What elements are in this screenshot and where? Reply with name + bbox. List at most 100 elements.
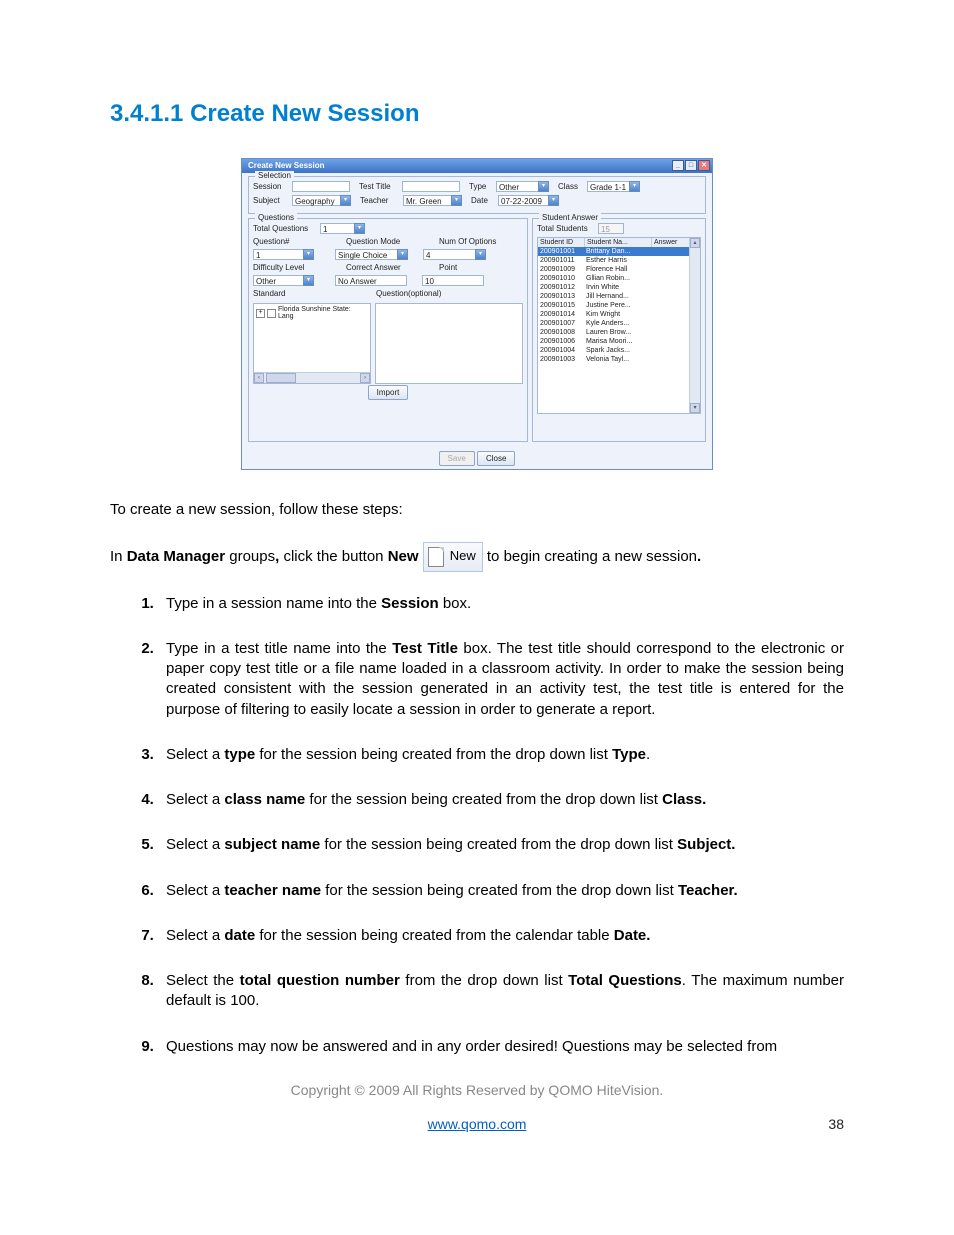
type-select[interactable]: Other	[496, 181, 538, 192]
qnum-label: Question#	[253, 237, 343, 246]
chevron-down-icon[interactable]: ▾	[629, 181, 640, 192]
testtitle-label: Test Title	[359, 182, 399, 191]
list-item: Select a type for the session being crea…	[158, 745, 844, 765]
import-button[interactable]: Import	[368, 385, 409, 400]
table-row[interactable]: 200901014Kim Wright	[538, 310, 700, 319]
new-button-image: New	[423, 542, 483, 572]
chevron-down-icon[interactable]: ▾	[303, 275, 314, 286]
selection-legend: Selection	[255, 171, 294, 180]
table-row[interactable]: 200901015Justine Pere...	[538, 301, 700, 310]
diff-label: Difficulty Level	[253, 263, 343, 272]
teacher-select[interactable]: Mr. Green	[403, 195, 451, 206]
chevron-down-icon[interactable]: ▾	[538, 181, 549, 192]
question-optional-input[interactable]	[375, 303, 523, 384]
diff-select[interactable]: Other	[253, 275, 303, 286]
table-row[interactable]: 200901003Velonia Tayl...	[538, 355, 700, 364]
tree-item-label: Florida Sunshine State: Lang	[278, 306, 368, 320]
questions-group: Questions Total Questions 1▾ Question# Q…	[248, 218, 528, 442]
totals-value: 15	[598, 223, 624, 234]
class-select[interactable]: Grade 1-1	[587, 181, 629, 192]
date-select[interactable]: 07-22-2009	[498, 195, 548, 206]
list-item: Select a subject name for the session be…	[158, 835, 844, 855]
list-item: Select a teacher name for the session be…	[158, 881, 844, 901]
close-button[interactable]: Close	[477, 451, 515, 466]
minimize-button[interactable]: _	[672, 160, 684, 171]
point-input[interactable]: 10	[422, 275, 484, 286]
list-item: Select a class name for the session bein…	[158, 790, 844, 810]
chevron-down-icon[interactable]: ▾	[303, 249, 314, 260]
table-row[interactable]: 200901011Esther Harris	[538, 256, 700, 265]
expand-icon[interactable]: +	[256, 309, 265, 318]
student-table[interactable]: Student ID Student Na... Answer 20090100…	[537, 237, 701, 414]
correct-input[interactable]: No Answer	[335, 275, 407, 286]
chevron-down-icon[interactable]: ▾	[354, 223, 365, 234]
table-row[interactable]: 200901006Marisa Moori...	[538, 337, 700, 346]
qmode-label: Question Mode	[346, 237, 436, 246]
section-heading: 3.4.1.1 Create New Session	[110, 100, 844, 128]
scroll-up-icon[interactable]: ▴	[690, 238, 700, 248]
chevron-down-icon[interactable]: ▾	[451, 195, 462, 206]
student-answer-group: Student Answer Total Students 15 Student…	[532, 218, 706, 442]
type-label: Type	[469, 182, 493, 191]
calendar-icon[interactable]: ▾	[548, 195, 559, 206]
qopt-label: Question(optional)	[376, 289, 441, 298]
table-row[interactable]: 200901008Lauren Brow...	[538, 328, 700, 337]
scrollbar-horizontal[interactable]: ‹ ›	[254, 372, 370, 383]
standard-label: Standard	[253, 289, 373, 298]
student-answer-legend: Student Answer	[539, 213, 601, 222]
col-student-name[interactable]: Student Na...	[585, 238, 652, 247]
teacher-label: Teacher	[360, 196, 400, 205]
qnum-select[interactable]: 1	[253, 249, 303, 260]
checkbox-icon[interactable]	[267, 309, 276, 318]
table-row[interactable]: 200901001Brittany Dan...	[538, 247, 700, 256]
close-window-button[interactable]: ✕	[698, 160, 710, 171]
session-input[interactable]	[292, 181, 350, 192]
intro-text: To create a new session, follow these st…	[110, 500, 844, 520]
totals-label: Total Students	[537, 224, 595, 233]
table-row[interactable]: 200901010Gllian Robin...	[538, 274, 700, 283]
numopt-select[interactable]: 4	[423, 249, 475, 260]
copyright-text: Copyright © 2009 All Rights Reserved by …	[110, 1082, 844, 1098]
chevron-down-icon[interactable]: ▾	[340, 195, 351, 206]
selection-group: Selection Session Test Title Type Other▾…	[248, 176, 706, 214]
scroll-thumb[interactable]	[266, 373, 296, 383]
totalq-select[interactable]: 1	[320, 223, 354, 234]
standard-tree[interactable]: + Florida Sunshine State: Lang ‹ ›	[253, 303, 371, 384]
page-number: 38	[828, 1116, 844, 1132]
dialog-title: Create New Session _ □ ✕	[242, 159, 712, 173]
create-session-dialog: Create New Session _ □ ✕ Selection Sessi…	[241, 158, 713, 470]
steps-list: Type in a session name into the Session …	[110, 594, 844, 1057]
table-row[interactable]: 200901004Spark Jacks...	[538, 346, 700, 355]
session-label: Session	[253, 182, 289, 191]
subject-label: Subject	[253, 196, 289, 205]
scroll-right-icon[interactable]: ›	[360, 373, 370, 383]
maximize-button[interactable]: □	[685, 160, 697, 171]
class-label: Class	[558, 182, 584, 191]
questions-legend: Questions	[255, 213, 297, 222]
col-student-id[interactable]: Student ID	[538, 238, 585, 247]
scroll-down-icon[interactable]: ▾	[690, 403, 700, 413]
list-item: Type in a session name into the Session …	[158, 594, 844, 614]
scrollbar-vertical[interactable]: ▴ ▾	[689, 238, 700, 413]
numopt-label: Num Of Options	[439, 237, 496, 246]
footer-url[interactable]: www.qomo.com	[428, 1116, 527, 1132]
subject-select[interactable]: Geography	[292, 195, 340, 206]
date-label: Date	[471, 196, 495, 205]
chevron-down-icon[interactable]: ▾	[475, 249, 486, 260]
testtitle-input[interactable]	[402, 181, 460, 192]
correct-label: Correct Answer	[346, 263, 436, 272]
list-item: Questions may now be answered and in any…	[158, 1037, 844, 1057]
file-icon	[426, 547, 446, 567]
scroll-left-icon[interactable]: ‹	[254, 373, 264, 383]
table-row[interactable]: 200901012Irvin White	[538, 283, 700, 292]
table-row[interactable]: 200901007Kyle Anders...	[538, 319, 700, 328]
dialog-title-text: Create New Session	[248, 161, 324, 170]
totalq-label: Total Questions	[253, 224, 317, 233]
table-row[interactable]: 200901013Jill Hernand...	[538, 292, 700, 301]
point-label: Point	[439, 263, 457, 272]
table-row[interactable]: 200901009Florence Hall	[538, 265, 700, 274]
chevron-down-icon[interactable]: ▾	[397, 249, 408, 260]
new-button-paragraph: In Data Manager groups, click the button…	[110, 542, 844, 572]
qmode-select[interactable]: Single Choice	[335, 249, 397, 260]
list-item: Select the total question number from th…	[158, 971, 844, 1012]
